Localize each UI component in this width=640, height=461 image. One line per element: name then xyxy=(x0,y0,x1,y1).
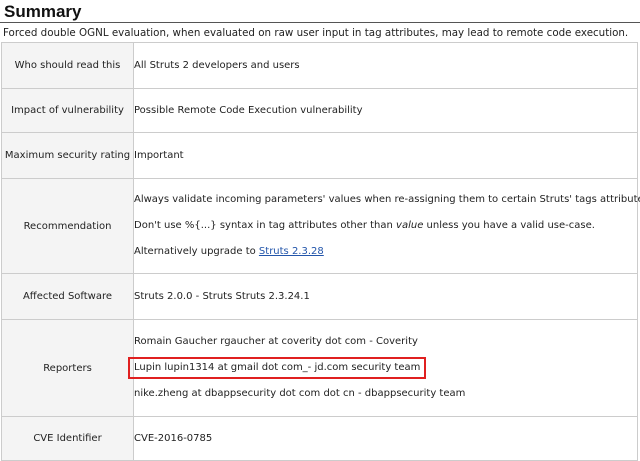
recommendation-line-2: Don't use %{...} syntax in tag attribute… xyxy=(134,213,637,239)
recommendation-line-2-pre: Don't use %{...} syntax in tag attribute… xyxy=(134,220,397,231)
table-row-who: Who should read this All Struts 2 develo… xyxy=(1,42,638,89)
label-rating: Maximum security rating xyxy=(1,132,134,179)
value-rating: Important xyxy=(133,132,638,179)
reporter-highlight-box: Lupin lupin1314 at gmail dot com_- jd.co… xyxy=(128,357,427,379)
reporter-item: nike.zheng at dbappsecurity dot com dot … xyxy=(134,388,466,399)
table-row-rating: Maximum security rating Important xyxy=(1,132,638,179)
reporter-item: Romain Gaucher rgaucher at coverity dot … xyxy=(134,336,418,347)
reporter-item-highlighted: Lupin lupin1314 at gmail dot com_- jd.co… xyxy=(128,355,637,381)
label-cve: CVE Identifier xyxy=(1,416,134,461)
label-who: Who should read this xyxy=(1,42,134,89)
recommendation-line-3: Alternatively upgrade to Struts 2.3.28 xyxy=(134,239,637,265)
label-affected: Affected Software xyxy=(1,273,134,320)
label-impact: Impact of vulnerability xyxy=(1,88,134,133)
table-row-recommendation: Recommendation Always validate incoming … xyxy=(1,178,640,274)
table-row-cve: CVE Identifier CVE-2016-0785 xyxy=(1,416,638,461)
label-reporters: Reporters xyxy=(1,319,134,417)
recommendation-line-2-post: unless you have a valid use-case. xyxy=(423,220,595,231)
recommendation-value-emphasis: value xyxy=(396,220,424,231)
title-divider xyxy=(0,22,640,23)
recommendation-line-1: Always validate incoming parameters' val… xyxy=(134,194,640,205)
table-row-reporters: Reporters Romain Gaucher rgaucher at cov… xyxy=(1,319,638,417)
value-recommendation: Always validate incoming parameters' val… xyxy=(133,178,640,274)
label-recommendation: Recommendation xyxy=(1,178,134,274)
value-affected: Struts 2.0.0 - Struts Struts 2.3.24.1 xyxy=(133,273,638,320)
upgrade-link[interactable]: Struts 2.3.28 xyxy=(259,246,324,257)
summary-table: Who should read this All Struts 2 develo… xyxy=(1,42,640,461)
table-row-affected: Affected Software Struts 2.0.0 - Struts … xyxy=(1,273,638,320)
value-cve: CVE-2016-0785 xyxy=(133,416,638,461)
value-reporters: Romain Gaucher rgaucher at coverity dot … xyxy=(128,319,638,417)
recommendation-line-3-pre: Alternatively upgrade to xyxy=(134,246,259,257)
page-title: Summary xyxy=(4,2,82,21)
table-row-impact: Impact of vulnerability Possible Remote … xyxy=(1,88,638,133)
value-who: All Struts 2 developers and users xyxy=(133,42,638,89)
intro-text: Forced double OGNL evaluation, when eval… xyxy=(3,27,629,39)
value-impact: Possible Remote Code Execution vulnerabi… xyxy=(133,88,638,133)
